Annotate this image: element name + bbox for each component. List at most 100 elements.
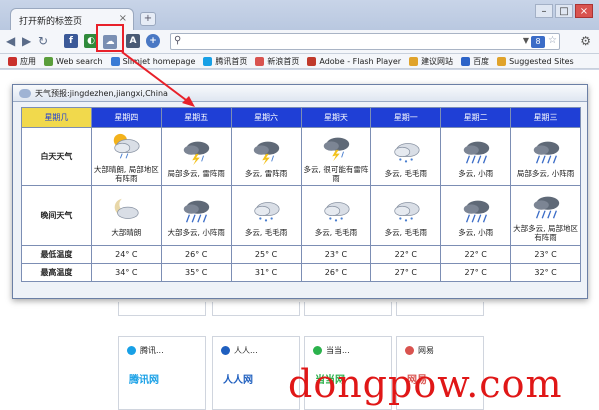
forward-icon[interactable]: ▶	[22, 34, 31, 48]
temperature-cell: 34° C	[90, 263, 162, 282]
bookmark-favicon-icon	[255, 56, 265, 66]
bookmark-label: 新浪首页	[267, 56, 300, 66]
condition-text: 多云, 毛毛雨	[384, 169, 427, 178]
thumbnail-edge	[212, 302, 300, 316]
bookmark-item[interactable]: 建议网站	[409, 56, 453, 67]
forecast-cell: 多云, 毛毛雨	[300, 185, 372, 246]
bookmark-item[interactable]: Adobe - Flash Player	[307, 56, 401, 66]
condition-text: 多云, 小雨	[458, 228, 494, 237]
bookmark-label: 应用	[20, 56, 36, 66]
thumbnail-edge	[304, 302, 392, 316]
thumbnail-edge	[396, 302, 484, 316]
forecast-cell: 多云, 毛毛雨	[370, 127, 442, 186]
bookmark-favicon-icon	[44, 56, 53, 66]
bookmark-item[interactable]: Suggested Sites	[497, 56, 574, 66]
temperature-cell: 23° C	[300, 245, 372, 264]
title-bar: 打开新的标签页 × + – □ ×	[0, 0, 599, 30]
thumbnail-title: 腾讯...	[127, 345, 164, 356]
address-bar[interactable]: ⚲ ▼ 8 ☆	[170, 33, 560, 50]
condition-text: 大部晴朗, 局部地区有阵雨	[93, 164, 159, 183]
bookmark-item[interactable]: 新浪首页	[255, 56, 299, 67]
maximize-button[interactable]: □	[555, 4, 573, 18]
day-column-header: 星期一	[370, 107, 442, 128]
temperature-cell: 26° C	[300, 263, 372, 282]
forecast-cell: 多云, 雷阵雨	[230, 127, 302, 186]
bookmark-favicon-icon	[110, 56, 120, 66]
extension-badge-icon[interactable]: 8	[531, 36, 545, 48]
day-column-header: 星期四	[90, 107, 162, 128]
wrench-menu-icon[interactable]: ⚙	[580, 34, 591, 48]
thumbnail-title-text: 腾讯...	[140, 346, 164, 355]
drizzle-icon	[232, 194, 301, 226]
forecast-cell: 局部多云, 雷阵雨	[160, 127, 232, 186]
thumbnail-logo: 人人网	[223, 375, 253, 386]
moon-cloud-icon	[92, 194, 161, 226]
condition-text: 多云, 很可能有雷阵雨	[303, 164, 369, 183]
drizzle-icon	[371, 135, 440, 167]
most-visited-thumbnail[interactable]: 腾讯... 腾讯网	[118, 336, 206, 410]
condition-text: 大部晴朗	[111, 228, 142, 237]
temperature-cell: 26° C	[160, 245, 232, 264]
drizzle-icon	[371, 194, 440, 226]
tab-title: 打开新的标签页	[19, 17, 83, 27]
bookmark-item[interactable]: Web search	[44, 56, 103, 66]
forecast-cell: 多云, 很可能有雷阵雨	[300, 127, 372, 186]
temperature-cell: 22° C	[440, 245, 512, 264]
adobe-icon[interactable]: A	[126, 34, 140, 48]
bookmark-favicon-icon	[203, 56, 213, 66]
bookmark-item[interactable]: 百度	[461, 56, 489, 67]
most-visited-thumbnail[interactable]: 人人... 人人网	[212, 336, 300, 410]
bookmark-item[interactable]: 应用	[8, 56, 36, 67]
tab-close-icon[interactable]: ×	[119, 13, 127, 24]
bookmark-favicon-icon	[461, 56, 471, 66]
bookmarks-bar: 应用 Web search Slimjet homepage 腾讯首页 新浪首页 Adob…	[0, 54, 599, 69]
thumbnail-title-text: 人人...	[234, 346, 258, 355]
site-favicon-icon	[313, 346, 322, 355]
new-tab-button[interactable]: +	[140, 12, 156, 26]
bookmark-label: Slimjet homepage	[122, 56, 196, 66]
thumbnail-edge	[118, 302, 206, 316]
sun-rain-icon	[92, 131, 161, 163]
forecast-cell: 大部晴朗	[90, 185, 162, 246]
temperature-cell: 25° C	[230, 245, 302, 264]
condition-text: 大部多云, 小阵雨	[167, 228, 225, 237]
bookmark-item[interactable]: Slimjet homepage	[110, 56, 196, 66]
thunderstorm-icon	[302, 131, 371, 163]
browser-toolbar: ◀ ▶ ↻ f ◐ ☁ A + ⚲ ▼ 8 ☆	[0, 30, 599, 54]
weather-popup: 天气预报:jingdezhen,jiangxi,China 星期几 星期四 星期五星…	[12, 84, 588, 299]
temperature-cell: 23° C	[510, 245, 581, 264]
minimize-button[interactable]: –	[535, 4, 553, 18]
forecast-cell: 局部多云, 小阵雨	[510, 127, 581, 186]
close-window-button[interactable]: ×	[575, 4, 593, 18]
back-icon[interactable]: ◀	[6, 34, 15, 48]
temperature-cell: 32° C	[510, 263, 581, 282]
rain-icon	[441, 135, 510, 167]
thumbnail-title: 当当...	[313, 345, 350, 356]
site-favicon-icon	[405, 346, 414, 355]
day-column-header: 星期三	[510, 107, 581, 128]
rain-icon	[441, 194, 510, 226]
bookmark-item[interactable]: 腾讯首页	[203, 56, 247, 67]
day-column-header: 星期天	[300, 107, 372, 128]
bookmark-label: 百度	[473, 56, 490, 66]
temperature-cell: 24° C	[90, 245, 162, 264]
condition-text: 多云, 毛毛雨	[314, 228, 358, 237]
forecast-cell: 多云, 小雨	[440, 127, 512, 186]
reload-icon[interactable]: ↻	[38, 34, 48, 48]
bookmark-label: 腾讯首页	[215, 56, 248, 66]
highlight-box	[96, 24, 124, 52]
temperature-cell: 22° C	[370, 245, 442, 264]
zoom-icon[interactable]: +	[146, 34, 160, 48]
rain-icon	[162, 194, 231, 226]
condition-text: 局部多云, 雷阵雨	[167, 169, 225, 178]
chevron-down-icon[interactable]: ▼	[523, 36, 529, 45]
weekday-header: 星期几	[21, 107, 92, 128]
row-label: 晚间天气	[21, 185, 92, 246]
row-label: 白天天气	[21, 127, 92, 186]
facebook-icon[interactable]: f	[64, 34, 78, 48]
day-column-header: 星期二	[440, 107, 512, 128]
search-icon: ⚲	[174, 35, 182, 46]
bookmark-star-icon[interactable]: ☆	[548, 35, 557, 46]
bookmark-favicon-icon	[307, 56, 317, 66]
row-label: 最高温度	[21, 263, 92, 282]
